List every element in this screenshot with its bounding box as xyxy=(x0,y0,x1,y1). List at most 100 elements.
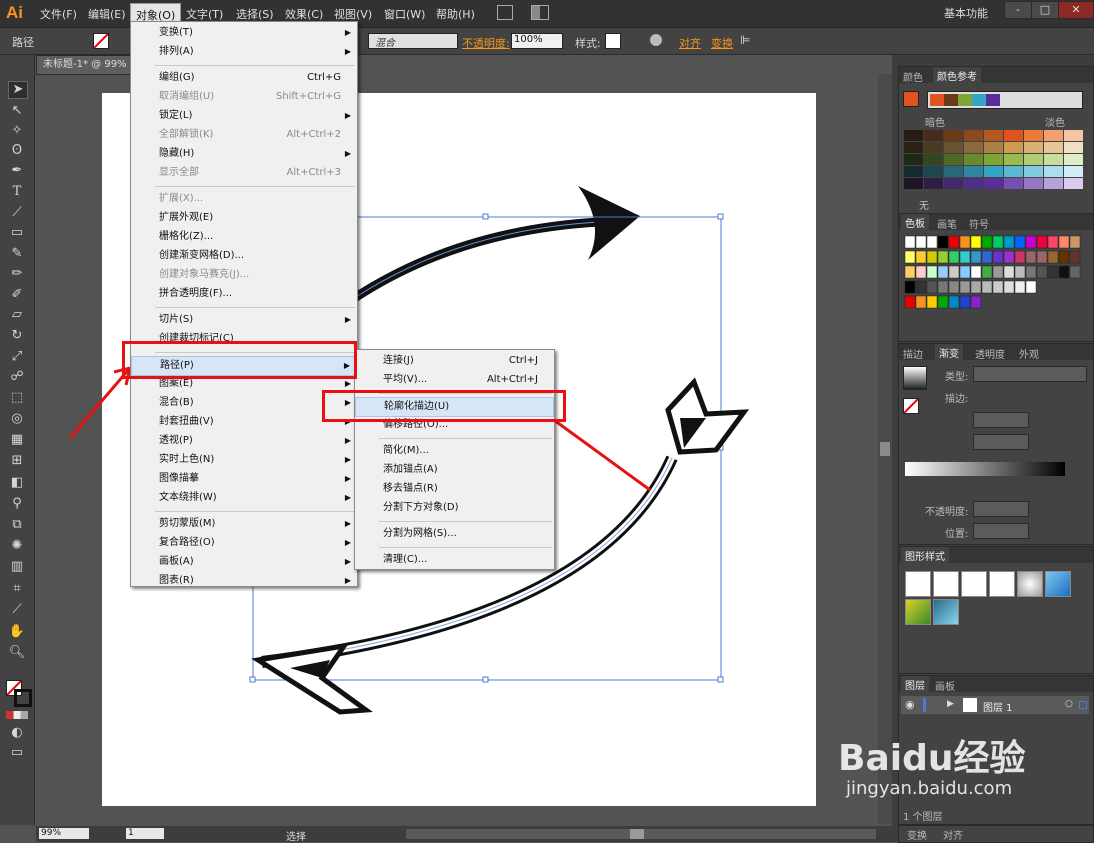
object-menu-item[interactable]: 透视(P) ▶ xyxy=(131,432,357,450)
line-tool-icon[interactable]: ⟋ xyxy=(8,205,26,221)
menu-select[interactable]: 选择(S) xyxy=(236,6,274,22)
object-menu-item[interactable]: 切片(S) ▶ xyxy=(131,311,357,329)
gradient-slider[interactable] xyxy=(905,462,1065,476)
selection-tool-icon[interactable]: ➤ xyxy=(8,81,28,99)
tab-align[interactable]: 对齐 xyxy=(943,827,963,842)
gradient-opacity-field[interactable] xyxy=(973,501,1029,517)
layer-row[interactable]: ◉ ▶ 图层 1 ○ xyxy=(901,696,1089,714)
artboard-number-field[interactable]: 1 xyxy=(126,828,164,839)
isolate-icon[interactable]: ⊫ xyxy=(740,33,750,47)
object-menu-item[interactable]: 复合路径(O) ▶ xyxy=(131,534,357,552)
tab-color-guide[interactable]: 颜色参考 xyxy=(933,67,981,84)
bridge-icon[interactable] xyxy=(497,5,513,20)
workspace-switcher[interactable]: 基本功能 xyxy=(944,5,988,21)
blend-tool-icon[interactable]: ⧉ xyxy=(8,517,26,533)
eyedropper-tool-icon[interactable]: ⚲ xyxy=(8,496,26,512)
tab-graphic-styles[interactable]: 图形样式 xyxy=(901,547,949,564)
tab-layers[interactable]: 图层 xyxy=(901,676,929,693)
menu-file[interactable]: 文件(F) xyxy=(40,6,77,22)
object-menu-item[interactable]: 剪切蒙版(M) ▶ xyxy=(131,515,357,533)
gradient-angle-field[interactable] xyxy=(973,412,1029,428)
drawing-mode-icon[interactable]: ◐ xyxy=(8,725,26,741)
tab-brushes[interactable]: 画笔 xyxy=(937,216,957,231)
menu-view[interactable]: 视图(V) xyxy=(334,6,372,22)
path-menu-item[interactable]: 分割为网格(S)... xyxy=(355,525,554,543)
object-menu-item[interactable]: 扩展外观(E) xyxy=(131,209,357,227)
path-menu-item[interactable]: 分割下方对象(D) xyxy=(355,499,554,517)
magic-wand-tool-icon[interactable]: ✧ xyxy=(8,123,26,139)
slice-tool-icon[interactable]: ⟋ xyxy=(8,602,26,618)
base-color-swatch[interactable] xyxy=(903,91,919,107)
tab-symbols[interactable]: 符号 xyxy=(969,216,989,231)
transform-link[interactable]: 变换 xyxy=(711,35,733,51)
object-menu-item[interactable]: 栅格化(Z)... xyxy=(131,228,357,246)
graphic-style-swatch[interactable] xyxy=(605,33,621,49)
tab-transparency[interactable]: 透明度 xyxy=(975,346,1005,361)
horizontal-scrollbar[interactable] xyxy=(406,829,876,839)
tab-color[interactable]: 颜色 xyxy=(903,69,923,84)
object-menu-item[interactable]: 拼合透明度(F)... xyxy=(131,285,357,303)
hand-tool-icon[interactable]: ✋ xyxy=(8,624,26,640)
arrange-documents-icon[interactable] xyxy=(531,5,549,20)
path-menu-item[interactable]: 添加锚点(A) xyxy=(355,461,554,479)
tab-gradient[interactable]: 渐变 xyxy=(935,344,963,361)
close-button[interactable]: ✕ xyxy=(1058,1,1094,19)
expand-layer-icon[interactable]: ▶ xyxy=(947,699,954,709)
object-menu-item[interactable]: 隐藏(H) ▶ xyxy=(131,145,357,163)
visibility-eye-icon[interactable]: ◉ xyxy=(905,698,915,711)
menu-type[interactable]: 文字(T) xyxy=(186,6,223,22)
direct-selection-tool-icon[interactable]: ↖ xyxy=(8,103,26,119)
gradient-location-field[interactable] xyxy=(973,523,1029,539)
symbol-sprayer-tool-icon[interactable]: ✺ xyxy=(8,538,26,554)
vertical-scrollbar[interactable] xyxy=(878,74,892,824)
menu-edit[interactable]: 编辑(E) xyxy=(88,6,126,22)
paintbrush-tool-icon[interactable]: ✎ xyxy=(8,246,26,262)
screen-mode-icon[interactable]: ▭ xyxy=(8,745,26,761)
object-menu-item[interactable]: 图表(R) ▶ xyxy=(131,572,357,590)
tab-appearance[interactable]: 外观 xyxy=(1019,346,1039,361)
column-graph-tool-icon[interactable]: ▥ xyxy=(8,559,26,575)
document-tab[interactable]: 未标题-1* @ 99% xyxy=(36,55,139,75)
object-menu-item[interactable]: 实时上色(N) ▶ xyxy=(131,451,357,469)
mesh-tool-icon[interactable]: ⊞ xyxy=(8,453,26,469)
path-menu-item[interactable]: 简化(M)... xyxy=(355,442,554,460)
rotate-tool-icon[interactable]: ↻ xyxy=(8,328,26,344)
tab-swatches[interactable]: 色板 xyxy=(901,214,929,231)
warp-tool-icon[interactable]: ☍ xyxy=(8,369,26,385)
artboard-tool-icon[interactable]: ⌗ xyxy=(8,581,26,597)
path-menu-item[interactable]: 平均(V)... Alt+Ctrl+J xyxy=(355,371,554,389)
shape-builder-tool-icon[interactable]: ◎ xyxy=(8,411,26,427)
minimize-button[interactable]: - xyxy=(1004,1,1032,19)
path-menu-item[interactable]: 清理(C)... xyxy=(355,551,554,569)
object-menu-item[interactable]: 文本绕排(W) ▶ xyxy=(131,489,357,507)
horizontal-scroll-thumb[interactable] xyxy=(630,829,644,839)
recolor-icon[interactable] xyxy=(650,34,662,46)
gradient-fill-icon[interactable] xyxy=(903,398,919,414)
gradient-aspect-field[interactable] xyxy=(973,434,1029,450)
path-menu-item[interactable]: 移去锚点(R) xyxy=(355,480,554,498)
align-link[interactable]: 对齐 xyxy=(679,35,701,51)
gradient-tool-icon[interactable]: ◧ xyxy=(8,475,26,491)
type-tool-icon[interactable]: T xyxy=(8,184,26,200)
object-menu-item[interactable]: 图像描摹 ▶ xyxy=(131,470,357,488)
zoom-level-field[interactable]: 99% xyxy=(39,828,89,839)
tab-stroke[interactable]: 描边 xyxy=(903,346,923,361)
gradient-type-select[interactable] xyxy=(973,366,1087,382)
object-menu-item[interactable]: 锁定(L) ▶ xyxy=(131,107,357,125)
gradient-preview[interactable] xyxy=(903,366,927,390)
path-menu-item[interactable]: 连接(J) Ctrl+J xyxy=(355,352,554,370)
object-menu-item[interactable]: 编组(G) Ctrl+G xyxy=(131,69,357,87)
swatch-grid[interactable] xyxy=(903,234,1083,314)
object-menu-item[interactable]: 变换(T) ▶ xyxy=(131,24,357,42)
stroke-color-icon[interactable] xyxy=(14,689,32,707)
pencil-tool-icon[interactable]: ✏ xyxy=(8,266,26,282)
opacity-input[interactable]: 100% xyxy=(511,33,563,49)
object-menu-item[interactable]: 创建渐变网格(D)... xyxy=(131,247,357,265)
menu-help[interactable]: 帮助(H) xyxy=(436,6,475,22)
eraser-tool-icon[interactable]: ▱ xyxy=(8,307,26,323)
color-variations-grid[interactable] xyxy=(903,129,1087,193)
layer-name[interactable]: 图层 1 xyxy=(983,699,1013,714)
vertical-scroll-thumb[interactable] xyxy=(880,442,890,456)
blob-brush-tool-icon[interactable]: ✐ xyxy=(8,287,26,303)
scale-tool-icon[interactable]: ⤢ xyxy=(8,349,26,365)
